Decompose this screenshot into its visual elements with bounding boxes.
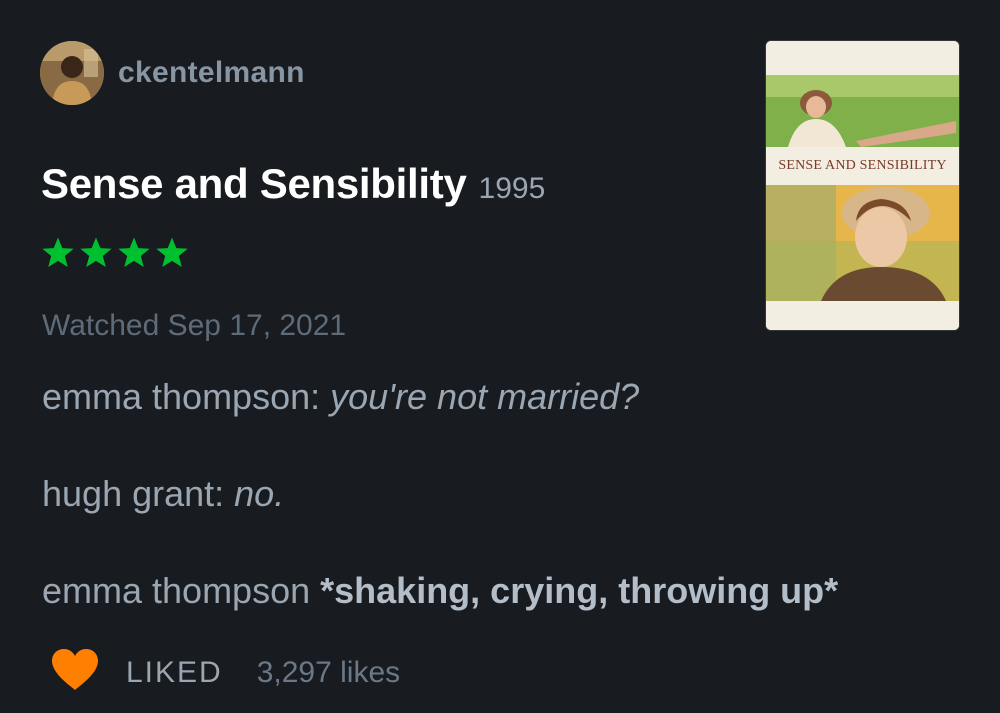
review-line-strong: *shaking, crying, throwing up* [320, 570, 839, 611]
review-author[interactable]: ckentelmann [40, 41, 305, 105]
review-line-emphasis: no. [234, 473, 285, 514]
review-line-prefix: emma thompson: [42, 376, 331, 417]
star-icon [154, 236, 190, 270]
star-icon [40, 236, 76, 270]
avatar[interactable] [40, 41, 104, 105]
liked-label[interactable]: LIKED [126, 656, 223, 690]
star-rating [40, 236, 190, 270]
review-line-emphasis: you're not married? [330, 376, 640, 417]
likes-count[interactable]: 3,297 likes [257, 656, 400, 690]
film-year[interactable]: 1995 [479, 172, 546, 206]
username[interactable]: ckentelmann [118, 56, 305, 90]
film-poster[interactable]: SENSE AND SENSIBILITY [766, 41, 959, 330]
like-bar: LIKED 3,297 likes [50, 648, 400, 697]
review-body: emma thompson: you're not married? hugh … [42, 376, 962, 667]
review-line: emma thompson *shaking, crying, throwing… [42, 570, 962, 612]
review-line-prefix: hugh grant: [42, 473, 235, 514]
poster-title: SENSE AND SENSIBILITY [778, 158, 947, 173]
heart-icon[interactable] [50, 648, 100, 697]
film-title[interactable]: Sense and Sensibility [41, 160, 467, 208]
review-line-prefix: emma thompson [42, 570, 321, 611]
star-icon [78, 236, 114, 270]
review-line: emma thompson: you're not married? [42, 376, 962, 418]
review-line: hugh grant: no. [42, 473, 962, 515]
film-heading: Sense and Sensibility 1995 [41, 160, 545, 208]
review-page: ckentelmann Sense and Sensibility 1995 W… [0, 0, 1000, 713]
watched-date: Watched Sep 17, 2021 [42, 309, 347, 342]
star-icon [116, 236, 152, 270]
